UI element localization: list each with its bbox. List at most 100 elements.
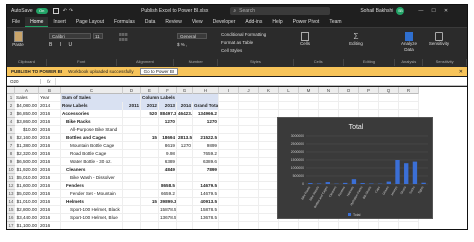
pivot-value[interactable]: 1270	[159, 118, 177, 126]
select-all-corner[interactable]	[7, 87, 15, 94]
cell[interactable]	[399, 94, 419, 102]
column-header-i[interactable]: I	[219, 87, 239, 94]
cell[interactable]	[239, 174, 259, 182]
pivot-value[interactable]	[141, 214, 159, 222]
chart-bar[interactable]	[360, 183, 365, 184]
close-message-icon[interactable]: ✕	[459, 69, 463, 75]
tab-formulas[interactable]: Formulas	[109, 17, 140, 27]
year-cell[interactable]: 2016	[39, 206, 61, 214]
cell[interactable]	[239, 166, 259, 174]
cell[interactable]	[219, 134, 239, 142]
pivot-value[interactable]	[141, 182, 159, 190]
tab-home[interactable]: Home	[25, 17, 49, 27]
cell[interactable]	[299, 94, 319, 102]
cell[interactable]	[239, 110, 259, 118]
tab-team[interactable]: Team	[324, 17, 346, 27]
cell[interactable]	[219, 150, 239, 158]
pivot-value[interactable]	[141, 174, 159, 182]
number-format-select[interactable]: General	[177, 33, 207, 39]
sales-cell[interactable]: $2,800.00	[15, 206, 39, 214]
cell[interactable]	[219, 190, 239, 198]
chart-bar[interactable]	[308, 183, 313, 184]
cell[interactable]	[319, 222, 339, 229]
cell[interactable]	[219, 118, 239, 126]
column-header-q[interactable]: Q	[379, 87, 399, 94]
pivot-value[interactable]	[177, 214, 193, 222]
column-header-m[interactable]: M	[299, 87, 319, 94]
sales-cell[interactable]: $5,010.00	[15, 174, 39, 182]
cell[interactable]	[219, 182, 239, 190]
pivot-value[interactable]: 13678.5	[159, 214, 177, 222]
pivot-chart[interactable]: Total 3000000 2500000 2000000 1500000 100000…	[277, 117, 433, 219]
pivot-value[interactable]	[123, 198, 141, 206]
cell[interactable]	[239, 222, 259, 229]
pivot-value[interactable]: 1270	[177, 142, 193, 150]
pivot-value[interactable]: 7659.2	[193, 150, 219, 158]
font-format-buttons[interactable]: B I U	[49, 42, 75, 48]
pivot-value[interactable]: 39899.3	[159, 198, 177, 206]
pivot-value[interactable]: 13678.5	[193, 214, 219, 222]
pivot-row-label[interactable]: Bike Racks	[61, 118, 123, 126]
pivot-value[interactable]	[193, 174, 219, 182]
row-header[interactable]: 14	[7, 198, 15, 206]
pivot-sum-label[interactable]: Sum of Sales	[61, 94, 141, 102]
cell[interactable]	[219, 206, 239, 214]
sales-cell[interactable]: $10.00	[15, 126, 39, 134]
sales-cell[interactable]: $3,860.00	[15, 118, 39, 126]
cell[interactable]	[399, 222, 419, 229]
analyze-data-button[interactable]: Analyze Data	[399, 32, 419, 53]
pivot-value[interactable]: 6389	[159, 158, 177, 166]
sales-header[interactable]: Sales	[15, 94, 39, 102]
pivot-row-labels[interactable]: Row Labels	[61, 102, 123, 110]
pivot-value[interactable]	[141, 206, 159, 214]
pivot-value[interactable]	[141, 126, 159, 134]
year-cell[interactable]: 2016	[39, 198, 61, 206]
cell[interactable]	[359, 102, 379, 110]
row-header[interactable]: 15	[7, 206, 15, 214]
cell[interactable]	[159, 222, 177, 229]
pivot-value[interactable]	[177, 174, 193, 182]
pivot-value[interactable]	[177, 190, 193, 198]
pivot-value[interactable]	[141, 150, 159, 158]
close-icon[interactable]: ✕	[444, 8, 448, 14]
sales-cell[interactable]: $4,080.00	[15, 102, 39, 110]
cell[interactable]	[239, 118, 259, 126]
cell[interactable]	[239, 134, 259, 142]
cell[interactable]	[219, 222, 239, 229]
formula-input[interactable]	[54, 77, 467, 85]
year-cell[interactable]: 2016	[39, 182, 61, 190]
row-header[interactable]: 13	[7, 190, 15, 198]
cell[interactable]	[339, 222, 359, 229]
column-header-a[interactable]: A	[15, 87, 39, 94]
pivot-year-header[interactable]: 2014	[177, 102, 193, 110]
cell[interactable]	[239, 94, 259, 102]
pivot-value[interactable]: 21522.5	[193, 134, 219, 142]
cell[interactable]	[259, 182, 279, 190]
pivot-value[interactable]	[177, 182, 193, 190]
tab-insert[interactable]: Insert	[48, 17, 71, 27]
pivot-value[interactable]	[123, 110, 141, 118]
pivot-row-label[interactable]: Helmets	[61, 198, 123, 206]
pivot-value[interactable]	[177, 158, 193, 166]
pivot-value[interactable]: 15878.5	[159, 206, 177, 214]
pivot-value[interactable]: 520	[141, 110, 159, 118]
cell[interactable]	[379, 102, 399, 110]
avatar[interactable]: SB	[396, 7, 405, 15]
pivot-row-label[interactable]: Bottles and Cages	[61, 134, 123, 142]
pivot-value[interactable]	[141, 142, 159, 150]
column-header-p[interactable]: P	[359, 87, 379, 94]
pivot-value[interactable]	[177, 206, 193, 214]
cell[interactable]	[219, 126, 239, 134]
pivot-value[interactable]	[177, 150, 193, 158]
cell[interactable]	[379, 94, 399, 102]
pivot-value[interactable]: 1270	[193, 118, 219, 126]
column-header-k[interactable]: K	[259, 87, 279, 94]
column-header-f[interactable]: F	[159, 87, 177, 94]
cell[interactable]	[259, 174, 279, 182]
pivot-value[interactable]: 9899	[193, 142, 219, 150]
row-header[interactable]: 17	[7, 222, 15, 229]
cell[interactable]	[259, 102, 279, 110]
pivot-year-header[interactable]: 2012	[141, 102, 159, 110]
cell[interactable]	[259, 222, 279, 229]
tab-help[interactable]: Help	[267, 17, 287, 27]
